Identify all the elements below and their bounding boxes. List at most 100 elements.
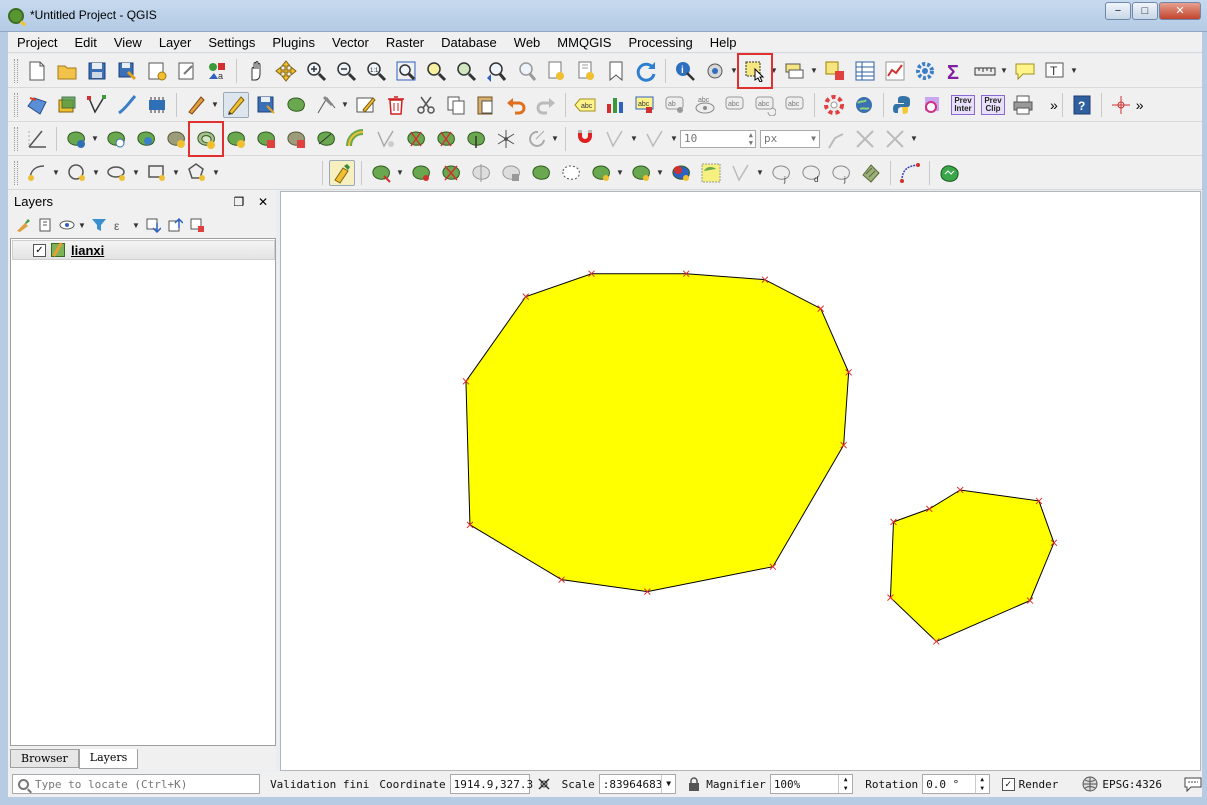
show-bookmarks-icon[interactable] (573, 58, 599, 84)
tab-browser[interactable]: Browser (10, 749, 79, 768)
pin-label-icon[interactable]: ab (662, 92, 688, 118)
layer-plugin-icon[interactable] (144, 92, 170, 118)
delete-part-icon[interactable] (283, 126, 309, 152)
polygon-d-icon[interactable]: d (798, 160, 824, 186)
zoom-last-icon[interactable] (483, 58, 509, 84)
zoom-full-icon[interactable] (393, 58, 419, 84)
rotate-point-symbols-icon[interactable] (493, 126, 519, 152)
polygon-j2-icon[interactable]: j (828, 160, 854, 186)
toolbar-grip[interactable] (14, 126, 18, 151)
polygon-dashed-icon[interactable] (558, 160, 584, 186)
maximize-button[interactable]: □ (1132, 2, 1158, 20)
style-manager-icon[interactable]: a (204, 58, 230, 84)
toggle-editing-icon[interactable] (223, 91, 249, 118)
add-ellipse-icon[interactable] (104, 160, 130, 186)
offset-point-symbol-icon[interactable] (523, 126, 549, 152)
green-blob-plugin-icon[interactable] (936, 160, 962, 186)
move-label-icon[interactable]: abc (722, 92, 748, 118)
snapping-units-select[interactable]: px ▼ (760, 129, 820, 148)
add-circular-string-icon[interactable] (24, 160, 50, 186)
select-by-expression-icon[interactable] (782, 58, 808, 84)
enable-snapping-icon[interactable] (572, 126, 598, 152)
zoom-native-resolution-icon[interactable]: 1:1 (363, 58, 389, 84)
polygon-outline-icon[interactable] (528, 160, 554, 186)
polygon-join-icon[interactable] (628, 160, 654, 186)
add-part-star-icon[interactable] (223, 126, 249, 152)
polygon-yellow-icon[interactable] (698, 160, 724, 186)
crosshair-icon[interactable] (1108, 92, 1134, 118)
undo-icon[interactable] (503, 92, 529, 118)
map-svg[interactable] (281, 192, 1200, 770)
delete-ring-icon[interactable] (253, 126, 279, 152)
zoom-to-selection-icon[interactable] (423, 58, 449, 84)
split-gray-icon[interactable] (468, 160, 494, 186)
menu-database[interactable]: Database (432, 35, 505, 50)
toolbar-grip[interactable] (14, 92, 18, 117)
remove-layer-icon[interactable] (187, 215, 207, 235)
rotation-input[interactable]: 0.0 ° ▲ ▼ (922, 774, 990, 794)
redo-icon[interactable] (533, 92, 559, 118)
bookmark-icon[interactable] (603, 58, 629, 84)
map-canvas[interactable] (280, 191, 1201, 771)
python-console-icon[interactable] (890, 92, 916, 118)
clip-polygon-icon[interactable] (408, 160, 434, 186)
select-features-icon[interactable] (737, 52, 773, 89)
menu-raster[interactable]: Raster (377, 35, 432, 50)
snapping-tolerance-input[interactable]: 10 ▲ ▼ (680, 129, 756, 148)
toolbar-grip[interactable] (14, 160, 18, 185)
menu-view[interactable]: View (105, 35, 150, 50)
label-icon[interactable]: abc (572, 92, 598, 118)
digitize-vertex-icon[interactable] (84, 92, 110, 118)
add-ring-icon[interactable] (63, 126, 89, 152)
style-brush-icon[interactable] (13, 215, 33, 235)
zoom-next-icon[interactable] (513, 58, 539, 84)
highlight-label-icon[interactable]: abc (632, 92, 658, 118)
menu-web[interactable]: Web (505, 35, 549, 50)
quill-digitize-icon[interactable] (114, 92, 140, 118)
globe-plugin-icon[interactable] (851, 92, 877, 118)
lock-scale-icon[interactable] (688, 777, 700, 791)
toolbar-overflow-button-2[interactable]: » (1136, 97, 1144, 113)
add-vector-layer-icon[interactable] (24, 92, 50, 118)
collapse-all-icon[interactable] (165, 215, 185, 235)
help-icon[interactable]: ? (1069, 92, 1095, 118)
scale-select[interactable]: :83964683 ▼ (598, 774, 677, 794)
filter-expression-icon[interactable]: ε (111, 215, 131, 235)
composer-manager-icon[interactable] (174, 58, 200, 84)
show-hide-labels-icon[interactable]: abc (692, 92, 718, 118)
split-parts-icon[interactable] (373, 126, 399, 152)
change-label-icon[interactable]: abc (782, 92, 808, 118)
expand-all-icon[interactable] (143, 215, 163, 235)
text-annotation-icon[interactable]: T (1042, 58, 1068, 84)
vertex-gray-icon[interactable] (728, 160, 754, 186)
polygon-feature-small[interactable] (889, 489, 1055, 643)
prev-inter-button[interactable]: Prev Inter (950, 92, 976, 118)
attribute-table-icon[interactable] (852, 58, 878, 84)
crs-globe-icon[interactable] (1082, 776, 1098, 792)
lifebuoy-plugin-icon[interactable] (821, 92, 847, 118)
split-features-icon[interactable] (403, 126, 429, 152)
merge-features-icon[interactable] (433, 126, 459, 152)
options-gear-icon[interactable] (912, 58, 938, 84)
trace-digitize-icon[interactable] (822, 126, 848, 152)
snap-segment-icon[interactable] (642, 126, 668, 152)
add-circle-icon[interactable] (64, 160, 90, 186)
refresh-icon[interactable] (633, 58, 659, 84)
polygon-hatch-icon[interactable] (858, 160, 884, 186)
visibility-eye-icon[interactable] (57, 215, 77, 235)
save-layer-edits-icon[interactable] (253, 92, 279, 118)
save-as-icon[interactable] (114, 58, 140, 84)
polygon-feature-large[interactable] (465, 273, 850, 593)
menu-plugins[interactable]: Plugins (263, 35, 323, 50)
scissors-polygon-icon[interactable] (438, 160, 464, 186)
layer-row-lianxi[interactable]: ✓ lianxi (12, 240, 275, 260)
add-raster-layer-icon[interactable] (54, 92, 80, 118)
float-panel-button[interactable]: ❐ (234, 195, 245, 209)
menu-processing[interactable]: Processing (619, 35, 700, 50)
add-group-icon[interactable] (35, 215, 55, 235)
add-rectangle-icon[interactable] (144, 160, 170, 186)
layer-visibility-checkbox[interactable]: ✓ (33, 243, 46, 257)
node-tool-icon[interactable] (313, 92, 339, 118)
deselect-all-icon[interactable] (822, 58, 848, 84)
add-part-icon[interactable] (163, 126, 189, 152)
